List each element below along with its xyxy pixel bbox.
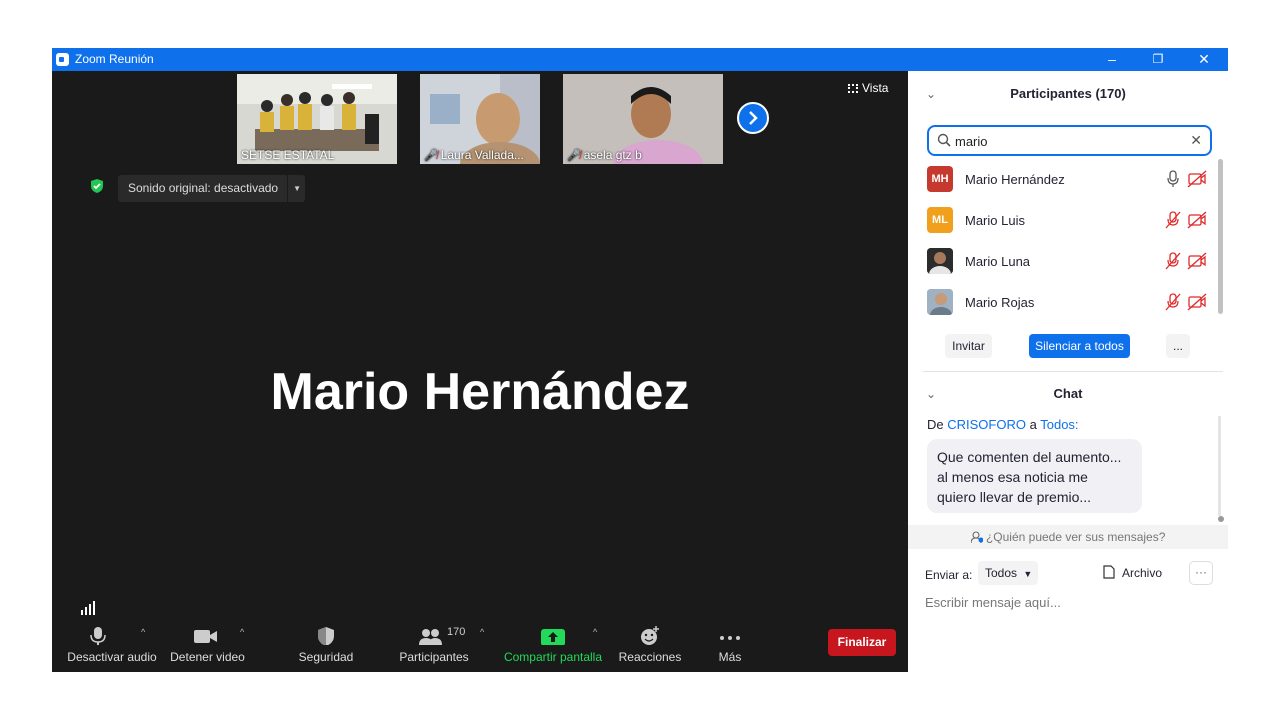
- shield-icon: [318, 627, 334, 645]
- participants-scrollbar[interactable]: [1218, 159, 1223, 314]
- video-off-icon[interactable]: [1187, 211, 1207, 229]
- thumbnail-name: 🎤̸ asela gtz b: [567, 148, 642, 162]
- video-thumbnail[interactable]: 🎤̸ asela gtz b: [563, 74, 723, 164]
- next-page-button[interactable]: [737, 102, 769, 134]
- active-speaker-name: Mario Hernández: [270, 363, 690, 421]
- muted-mic-icon[interactable]: [1165, 211, 1181, 229]
- thumbnail-name: SETSE ESTATAL: [241, 148, 335, 162]
- view-button[interactable]: Vista: [848, 81, 888, 95]
- mute-audio-button[interactable]: ^ Desactivar audio: [57, 619, 167, 672]
- close-window-button[interactable]: ✕: [1181, 48, 1227, 71]
- mute-all-button[interactable]: Silenciar a todos: [1029, 334, 1130, 358]
- video-thumbnail[interactable]: SETSE ESTATAL: [237, 74, 397, 164]
- video-thumbnail[interactable]: 🎤̸ Laura Vallada...: [420, 74, 540, 164]
- end-meeting-button[interactable]: Finalizar: [828, 629, 896, 656]
- chat-scrollbar[interactable]: [1218, 416, 1221, 516]
- video-camera-icon: [194, 630, 217, 643]
- reactions-button[interactable]: Reacciones: [615, 619, 685, 672]
- connection-signal-icon[interactable]: [80, 601, 96, 615]
- participant-name: Mario Luis: [965, 213, 1025, 228]
- chat-recipient-link[interactable]: Todos:: [1040, 417, 1078, 432]
- participants-options-caret-icon[interactable]: ^: [480, 627, 484, 637]
- participant-name: Mario Luna: [965, 254, 1031, 269]
- more-options-button[interactable]: ...: [1166, 334, 1190, 358]
- person-icon: [970, 527, 984, 544]
- restore-button[interactable]: ❐: [1135, 48, 1181, 71]
- grid-icon: [848, 84, 858, 93]
- encryption-shield-icon[interactable]: [89, 178, 105, 194]
- file-icon: [1103, 565, 1115, 579]
- title-bar: Zoom Reunión – ❐ ✕: [52, 48, 1228, 71]
- divider: [923, 371, 1223, 372]
- muted-mic-icon[interactable]: [1165, 293, 1181, 311]
- chat-sender-link[interactable]: CRISOFORO: [947, 417, 1026, 432]
- share-screen-button[interactable]: ^ Compartir pantalla: [502, 619, 604, 672]
- window-title: Zoom Reunión: [75, 52, 154, 66]
- chat-message-bubble: Que comenten del aumento... al menos esa…: [927, 439, 1142, 513]
- stop-video-button[interactable]: ^ Detener video: [165, 619, 250, 672]
- send-to-label: Enviar a:: [925, 568, 973, 582]
- original-sound-toggle[interactable]: Sonido original: desactivado ▼: [118, 175, 305, 202]
- muted-mic-icon: 🎤̸: [424, 150, 438, 162]
- avatar: ML: [927, 207, 953, 233]
- participants-title: Participantes (170): [1010, 86, 1126, 101]
- chat-message-line: al menos esa noticia me: [937, 469, 1088, 485]
- audio-options-caret-icon[interactable]: ^: [141, 627, 145, 637]
- more-dots-icon: [720, 636, 740, 640]
- share-screen-icon: [541, 629, 565, 645]
- minimize-button[interactable]: –: [1089, 48, 1135, 71]
- video-off-icon[interactable]: [1187, 252, 1207, 270]
- more-button[interactable]: Más: [702, 619, 758, 672]
- participant-name: Mario Hernández: [965, 172, 1065, 187]
- participants-count: 170: [447, 626, 466, 638]
- share-options-caret-icon[interactable]: ^: [593, 627, 597, 637]
- participants-icon: [419, 629, 442, 645]
- participant-row[interactable]: Mario Luna: [927, 246, 1217, 276]
- video-off-icon[interactable]: [1187, 293, 1207, 311]
- participant-row[interactable]: Mario Rojas: [927, 287, 1217, 317]
- video-options-caret-icon[interactable]: ^: [240, 627, 244, 637]
- dropdown-caret-icon[interactable]: ▼: [293, 175, 301, 202]
- chat-message-line: quiero llevar de premio...: [937, 489, 1092, 505]
- search-input[interactable]: [955, 132, 1185, 150]
- chevron-down-icon: ▼: [1023, 569, 1033, 579]
- chevron-right-icon: [749, 111, 758, 125]
- file-button[interactable]: Archivo: [1103, 565, 1162, 580]
- meeting-toolbar: ^ Desactivar audio ^ Detener video Segur…: [52, 619, 908, 672]
- participant-search[interactable]: ✕: [927, 125, 1212, 156]
- participant-row[interactable]: ML Mario Luis: [927, 205, 1217, 235]
- zoom-app-icon: [56, 53, 69, 66]
- emoji-icon: [641, 626, 659, 645]
- video-off-icon[interactable]: [1187, 170, 1207, 188]
- chat-message-line: Que comenten del aumento...: [937, 449, 1122, 465]
- participants-button[interactable]: 170 ^ Participantes: [392, 619, 492, 672]
- clear-search-icon[interactable]: ✕: [1190, 132, 1202, 149]
- chat-sender-line: De CRISOFORO a Todos:: [927, 417, 1079, 432]
- chat-scroll-thumb[interactable]: [1218, 516, 1224, 522]
- zoom-window: Zoom Reunión – ❐ ✕ SETSE ESTATAL 🎤̸ Laur…: [52, 48, 1228, 672]
- muted-mic-icon[interactable]: [1165, 252, 1181, 270]
- participant-row[interactable]: MH Mario Hernández: [927, 164, 1217, 194]
- chat-more-button[interactable]: ···: [1189, 561, 1213, 585]
- security-button[interactable]: Seguridad: [292, 619, 360, 672]
- thumbnail-name: 🎤̸ Laura Vallada...: [424, 148, 524, 162]
- muted-mic-icon: 🎤̸: [567, 150, 581, 162]
- send-to-dropdown[interactable]: Todos ▼: [978, 561, 1038, 585]
- microphone-icon: [90, 627, 106, 645]
- chat-message-input[interactable]: [925, 591, 1215, 613]
- who-can-see-link[interactable]: ¿Quién puede ver sus mensajes?: [908, 525, 1228, 549]
- side-panel: ⌄ Participantes (170) ✕ MH Mario Hernánd…: [908, 71, 1228, 672]
- chat-title: Chat: [1053, 386, 1083, 401]
- search-icon: [937, 133, 951, 147]
- avatar: [927, 248, 953, 274]
- video-stage: SETSE ESTATAL 🎤̸ Laura Vallada... 🎤̸ asela…: [52, 71, 908, 672]
- participant-name: Mario Rojas: [965, 295, 1035, 310]
- invite-button[interactable]: Invitar: [945, 334, 992, 358]
- avatar: [927, 289, 953, 315]
- avatar: MH: [927, 166, 953, 192]
- microphone-icon[interactable]: [1165, 170, 1181, 188]
